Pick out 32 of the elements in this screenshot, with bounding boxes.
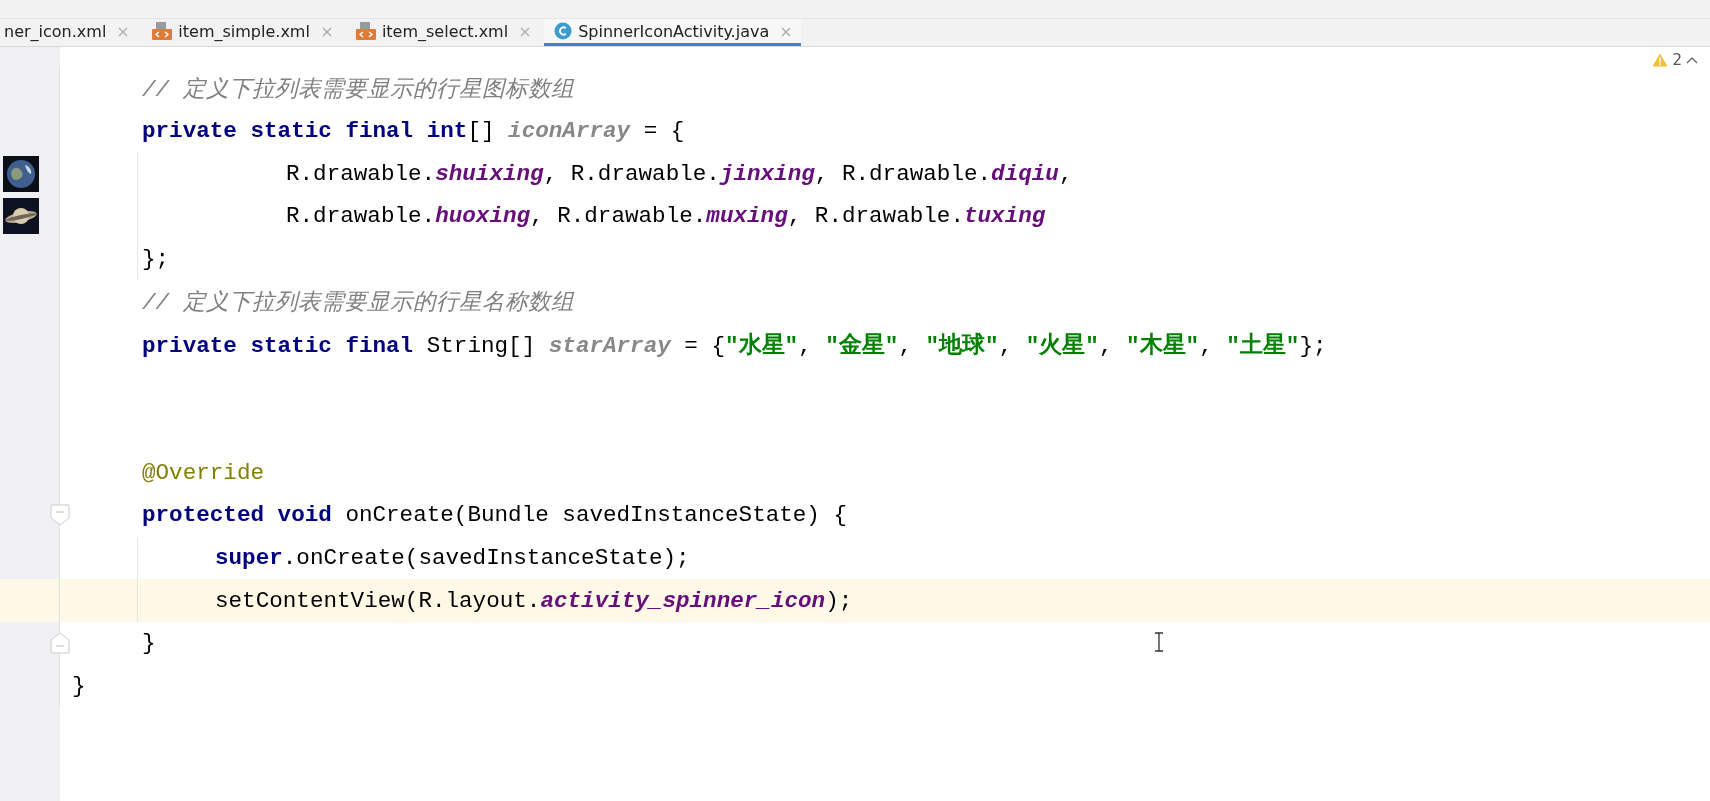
text-cursor-icon	[1154, 632, 1164, 652]
xml-file-icon	[355, 22, 376, 40]
caret-up-icon	[1686, 56, 1698, 64]
fold-icon[interactable]	[50, 504, 70, 527]
editor-tab[interactable]: item_select.xml	[345, 19, 541, 46]
code-line: private static final String[] starArray = {"水星", "金星", "地球", "火星", "木星", "土星"};	[141, 331, 1327, 360]
xml-file-icon	[152, 22, 173, 40]
code-line: R.drawable.huoxing, R.drawable.muxing, R.drawable.tuxing	[285, 203, 1046, 230]
class-file-icon	[554, 22, 573, 40]
code-line: setContentView(R.layout.activity_spinner_icon);	[214, 587, 853, 614]
editor-tab[interactable]: SpinnerIconActivity.java	[544, 19, 802, 46]
close-icon	[781, 26, 792, 37]
code-line: };	[141, 246, 170, 273]
code-line: private static final int[] iconArray = {	[141, 118, 685, 145]
code-line: R.drawable.shuixing, R.drawable.jinxing, R.drawable.diqiu,	[285, 160, 1073, 187]
code-line: }	[71, 672, 86, 699]
planet-thumbnail	[3, 155, 39, 192]
code-line: @Override	[141, 459, 265, 486]
warning-icon	[1652, 53, 1669, 67]
code-line: }	[141, 630, 156, 657]
editor-tab[interactable]: ner_icon.xml	[0, 19, 139, 46]
code-line: // 定义下拉列表需要显示的行星图标数组	[141, 75, 574, 104]
code-line: // 定义下拉列表需要显示的行星名称数组	[141, 289, 574, 318]
planet-thumbnail	[3, 198, 39, 235]
close-icon	[118, 26, 129, 37]
editor-tab[interactable]: item_simple.xml	[142, 19, 342, 46]
close-icon	[321, 26, 332, 37]
close-icon	[520, 26, 531, 37]
code-line: super.onCreate(savedInstanceState);	[214, 544, 690, 571]
warning-count[interactable]: 2	[1672, 51, 1682, 69]
fold-icon[interactable]	[50, 632, 70, 655]
code-line: protected void onCreate(Bundle savedInstanceState) {	[141, 502, 848, 529]
